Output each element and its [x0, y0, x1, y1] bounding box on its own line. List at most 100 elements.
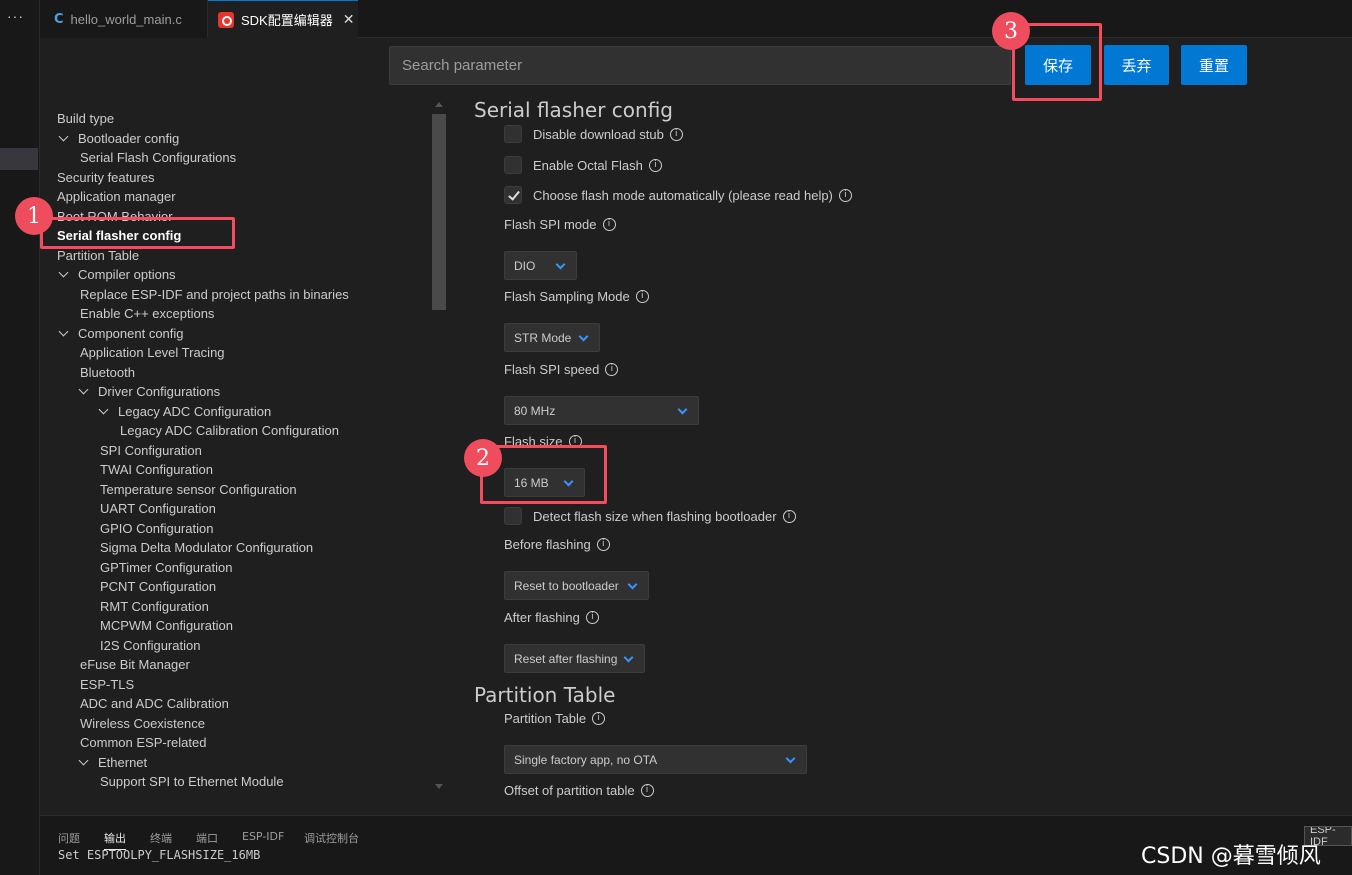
tree-item[interactable]: Component config — [58, 326, 184, 342]
config-tree: Build type Bootloader config Serial Flash … — [40, 100, 432, 795]
panel-tab-problems[interactable]: 问题 — [58, 830, 80, 846]
scroll-up-icon[interactable] — [435, 102, 443, 107]
annotation-number-1: 1 — [15, 197, 53, 235]
tree-item[interactable]: Driver Configurations — [78, 384, 220, 400]
setting-label: Detect flash size when flashing bootload… — [533, 508, 777, 524]
setting-label: Partition Table — [504, 711, 587, 726]
tree-item[interactable]: Legacy ADC Configuration — [98, 404, 271, 420]
tree-item[interactable]: TWAI Configuration — [100, 462, 213, 478]
tree-item[interactable]: Security features — [57, 170, 155, 186]
chevron-down-icon[interactable] — [98, 405, 110, 417]
detect-flash-size-checkbox[interactable] — [504, 507, 522, 525]
before-flashing-select[interactable]: Reset to bootloader — [504, 571, 649, 600]
setting-label: Offset of partition table — [504, 783, 635, 798]
tab-label: hello_world_main.c — [70, 11, 182, 27]
tree-item[interactable]: GPTimer Configuration — [100, 560, 232, 576]
disable-download-stub-checkbox[interactable] — [504, 125, 522, 143]
tree-item[interactable]: ADC and ADC Calibration — [80, 696, 229, 712]
chevron-down-icon[interactable] — [78, 756, 90, 768]
auto-flash-mode-checkbox[interactable] — [504, 186, 522, 204]
flash-sampling-mode-select[interactable]: STR Mode — [504, 323, 600, 352]
chevron-down-icon[interactable] — [58, 327, 70, 339]
info-icon[interactable]: i — [782, 509, 796, 523]
tab-hello-world-main[interactable]: C hello_world_main.c — [40, 0, 208, 38]
scroll-down-icon[interactable] — [435, 784, 443, 789]
tree-item[interactable]: I2S Configuration — [100, 638, 200, 654]
more-icon[interactable]: ··· — [7, 8, 24, 24]
select-value: DIO — [514, 258, 536, 273]
tree-item[interactable]: Enable C++ exceptions — [80, 306, 214, 322]
info-icon[interactable]: i — [602, 218, 616, 231]
panel-tab-ports[interactable]: 端口 — [196, 830, 218, 846]
tree-item[interactable]: UART Configuration — [100, 501, 216, 517]
flash-spi-speed-select[interactable]: 80 MHz — [504, 396, 699, 425]
tree-item[interactable]: Application manager — [57, 189, 176, 205]
tree-item[interactable]: eFuse Bit Manager — [80, 657, 190, 673]
discard-button[interactable]: 丢弃 — [1104, 45, 1169, 85]
info-icon[interactable]: i — [592, 712, 606, 725]
tab-sdk-config-editor[interactable]: SDK配置编辑器 ✕ — [208, 0, 358, 38]
partition-table-select[interactable]: Single factory app, no OTA — [504, 745, 807, 774]
info-icon[interactable]: i — [635, 290, 649, 303]
tree-item[interactable]: Support SPI to Ethernet Module — [100, 774, 284, 790]
tree-item[interactable]: ESP-TLS — [80, 677, 134, 693]
partition-table-label: Partition Table i — [504, 711, 606, 726]
tree-item[interactable]: Temperature sensor Configuration — [100, 482, 297, 498]
tree-item-label: Wireless Coexistence — [80, 715, 205, 731]
panel-tab-debug-console[interactable]: 调试控制台 — [304, 830, 359, 846]
flash-spi-mode-select[interactable]: DIO — [504, 251, 577, 280]
chevron-down-icon[interactable] — [58, 268, 70, 280]
tree-item[interactable]: GPIO Configuration — [100, 521, 213, 537]
tree-item[interactable]: Bluetooth — [80, 365, 135, 381]
flash-sampling-mode-label: Flash Sampling Mode i — [504, 289, 649, 304]
tree-item[interactable]: Build type — [57, 111, 114, 127]
scrollbar-thumb[interactable] — [432, 114, 446, 310]
tree-item-label: Support SPI to Ethernet Module — [100, 774, 284, 789]
info-icon[interactable]: i — [640, 784, 654, 797]
tree-item[interactable]: Legacy ADC Calibration Configuration — [120, 423, 339, 439]
tree-item-label: Replace ESP-IDF and project paths in bin… — [80, 286, 349, 302]
info-icon[interactable]: i — [585, 611, 599, 624]
tree-item-label: Ethernet — [98, 754, 148, 770]
reset-button[interactable]: 重置 — [1181, 45, 1247, 85]
tree-item[interactable]: Compiler options — [58, 267, 176, 283]
tree-item[interactable]: SPI Configuration — [100, 443, 202, 459]
panel-tab-terminal[interactable]: 终端 — [150, 830, 172, 846]
tree-item[interactable]: Partition Table — [57, 248, 139, 264]
select-value: STR Mode — [514, 330, 572, 345]
tree-item[interactable]: MCPWM Configuration — [100, 618, 233, 634]
enable-octal-flash-checkbox[interactable] — [504, 156, 522, 174]
after-flashing-select[interactable]: Reset after flashing — [504, 644, 645, 673]
info-icon[interactable]: i — [669, 127, 683, 141]
tree-item-label: Sigma Delta Modulator Configuration — [100, 540, 314, 555]
search-input[interactable] — [390, 47, 1010, 84]
info-icon[interactable]: i — [838, 188, 852, 202]
tree-item-label: Legacy ADC Calibration Configuration — [120, 423, 339, 438]
tree-item[interactable]: Wireless Coexistence — [80, 716, 205, 732]
chevron-down-icon[interactable] — [58, 132, 70, 144]
info-icon[interactable]: i — [648, 158, 662, 172]
tree-item[interactable]: Sigma Delta Modulator Configuration — [100, 540, 313, 556]
tree-item[interactable]: Ethernet — [78, 755, 147, 771]
tree-item-label: Common ESP-related — [80, 735, 207, 750]
chevron-down-icon[interactable] — [78, 385, 90, 397]
tree-item-label: Enable C++ exceptions — [80, 306, 215, 321]
tree-item[interactable]: Common ESP-related — [80, 735, 206, 751]
annotation-number-2: 2 — [464, 439, 502, 477]
tree-item[interactable]: Application Level Tracing — [80, 345, 225, 361]
tree-item[interactable]: Bootloader config — [58, 131, 179, 147]
tree-item[interactable]: Replace ESP-IDF and project paths in bin… — [80, 287, 349, 303]
select-value: Reset to bootloader — [514, 578, 619, 593]
info-icon[interactable]: i — [596, 538, 610, 551]
chevron-down-icon — [623, 652, 634, 663]
tree-item[interactable]: PCNT Configuration — [100, 579, 216, 595]
panel-tab-output[interactable]: 输出 — [104, 830, 126, 850]
activity-selected-indicator — [0, 148, 38, 170]
tree-scrollbar[interactable] — [432, 100, 446, 795]
info-icon[interactable]: i — [605, 363, 619, 376]
tree-item[interactable]: Serial Flash Configurations — [80, 150, 236, 166]
tree-item[interactable]: RMT Configuration — [100, 599, 209, 615]
tree-item-label: Temperature sensor Configuration — [100, 481, 297, 497]
panel-tab-esp-idf[interactable]: ESP-IDF — [242, 830, 284, 843]
close-icon[interactable]: ✕ — [343, 11, 355, 28]
